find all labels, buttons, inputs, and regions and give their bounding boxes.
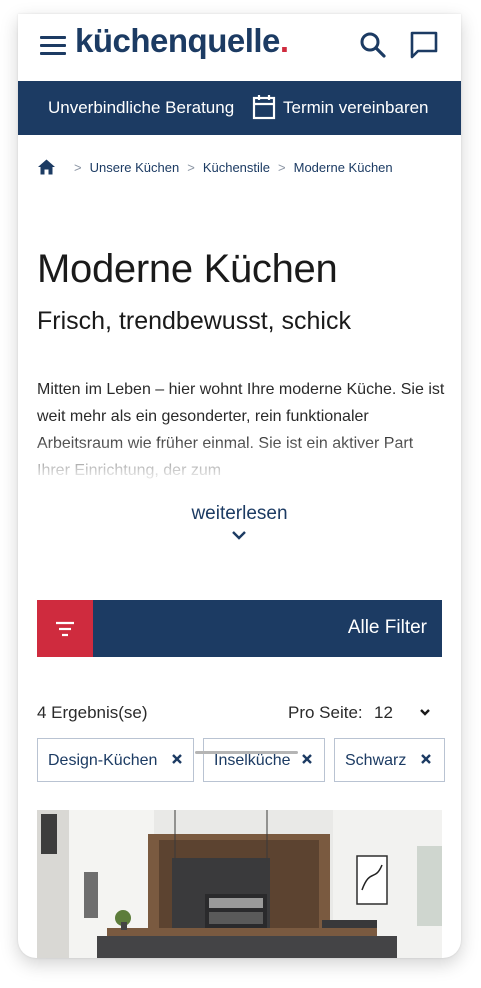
filter-chip[interactable]: Design-Küchen <box>37 738 194 782</box>
site-header: küchenquelle. <box>18 14 461 81</box>
logo-dot: . <box>279 22 289 59</box>
search-icon[interactable] <box>358 30 388 60</box>
close-icon[interactable] <box>421 754 431 764</box>
chip-label: Design-Küchen <box>48 752 158 769</box>
phone-frame: küchenquelle. Unverbindliche Beratung Te… <box>18 14 461 958</box>
consultation-text: Unverbindliche Beratung <box>48 98 235 117</box>
filter-icon <box>56 621 74 637</box>
chevron-right-icon: > <box>74 159 82 175</box>
per-page-label: Pro Seite: <box>288 703 363 722</box>
close-icon[interactable] <box>302 754 312 764</box>
chevron-down-icon[interactable] <box>231 529 247 541</box>
breadcrumb-item[interactable]: Unsere Küchen <box>90 160 180 175</box>
logo[interactable]: küchenquelle. <box>75 22 289 60</box>
kitchen-product-image[interactable] <box>37 810 442 958</box>
close-icon[interactable] <box>172 754 182 764</box>
hamburger-icon[interactable] <box>40 36 66 56</box>
chip-label: Schwarz <box>345 752 407 769</box>
filter-bar[interactable]: Alle Filter <box>37 600 442 657</box>
filter-button[interactable] <box>37 600 93 657</box>
active-filter-chips: Design-Küchen Inselküche Schwarz <box>37 738 461 784</box>
logo-text: küchenquelle <box>75 22 280 59</box>
breadcrumb-item[interactable]: Küchenstile <box>203 160 270 175</box>
filter-chip[interactable]: Schwarz <box>334 738 445 782</box>
calendar-icon <box>252 95 276 120</box>
chevron-down-icon[interactable] <box>419 708 431 718</box>
read-more-link[interactable]: weiterlesen <box>18 503 461 525</box>
page-title: Moderne Küchen <box>37 247 338 291</box>
all-filters-label[interactable]: Alle Filter <box>348 617 427 639</box>
filter-chip[interactable]: Inselküche <box>203 738 325 782</box>
breadcrumb: > Unsere Küchen > Küchenstile > Moderne … <box>38 159 393 175</box>
results-count: 4 Ergebnis(se) <box>37 703 148 722</box>
chip-label: Inselküche <box>214 752 291 769</box>
consultation-banner[interactable]: Unverbindliche Beratung Termin vereinbar… <box>18 81 461 135</box>
page-subtitle: Frisch, trendbewusst, schick <box>37 307 351 335</box>
chevron-right-icon: > <box>278 159 286 175</box>
chevron-right-icon: > <box>187 159 195 175</box>
home-icon[interactable] <box>38 159 55 175</box>
breadcrumb-item-current: Moderne Küchen <box>293 159 393 175</box>
chat-icon[interactable] <box>409 30 439 60</box>
appointment-link[interactable]: Termin vereinbaren <box>283 98 429 118</box>
per-page-select[interactable]: 12 <box>374 703 393 723</box>
chips-scrollbar[interactable] <box>195 751 298 754</box>
